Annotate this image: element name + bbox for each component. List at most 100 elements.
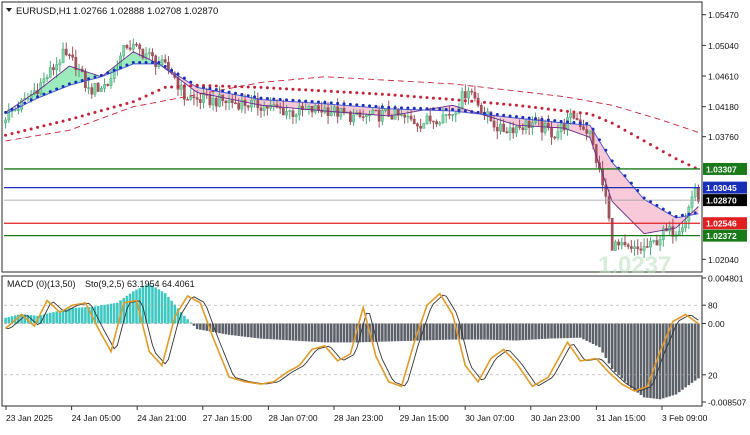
ma-blue-dot <box>227 90 231 94</box>
ma-blue-dot <box>336 101 340 105</box>
macd-bar <box>291 323 295 341</box>
ma-blue-dot <box>399 106 403 110</box>
candle-body <box>645 246 649 248</box>
candle-body <box>626 244 630 247</box>
candle-body <box>167 61 170 70</box>
macd-bar <box>109 303 113 324</box>
macd-bar <box>278 323 282 340</box>
ma-red-dot <box>591 113 595 117</box>
macd-bar <box>183 315 186 324</box>
candle-body <box>684 220 688 229</box>
time-tick-label: 30 Jan 07:00 <box>465 413 514 423</box>
candle-body <box>432 120 435 123</box>
macd-bar <box>598 323 601 348</box>
macd-bar <box>451 323 454 340</box>
macd-bar <box>677 323 681 393</box>
candle-body <box>227 100 231 104</box>
macd-bar <box>128 293 132 324</box>
ma-blue-dot <box>131 60 135 64</box>
ma-red-dot <box>489 101 493 105</box>
macd-bar <box>601 323 604 353</box>
candle-body <box>317 105 320 111</box>
ma-red-dot <box>502 102 506 106</box>
macd-bar <box>272 323 276 340</box>
ma-red-dot <box>297 88 301 92</box>
macd-bar <box>282 323 285 340</box>
ma-blue-dot <box>189 80 193 84</box>
candle-body <box>288 110 292 112</box>
candle-body <box>128 47 132 50</box>
candle-body <box>285 111 288 116</box>
candle-body <box>272 104 276 106</box>
candle-body <box>652 240 656 242</box>
ma-red-dot <box>642 139 646 143</box>
macd-bar <box>550 323 553 339</box>
candle-body <box>448 114 451 116</box>
macd-bar <box>604 323 608 359</box>
macd-bar <box>409 323 413 341</box>
macd-bar <box>74 307 78 324</box>
ma-red-dot <box>546 107 550 111</box>
macd-bar <box>518 323 521 341</box>
ma-blue-dot <box>48 90 52 94</box>
ma-blue-dot <box>508 114 512 118</box>
ma-blue-dot <box>476 110 480 114</box>
macd-bar <box>253 323 256 338</box>
candle-body <box>677 231 681 236</box>
ma-blue-dot <box>259 96 263 100</box>
ma-blue-dot <box>61 84 65 88</box>
candle-body <box>428 115 432 122</box>
macd-bar <box>336 323 339 343</box>
ma-red-dot <box>182 84 186 88</box>
ma-blue-dot <box>23 101 27 105</box>
macd-bar <box>307 323 311 342</box>
ma-red-dot <box>99 109 103 113</box>
macd-bar <box>243 323 247 337</box>
macd-bar <box>527 323 531 340</box>
macd-label: MACD (0)(13,50) <box>7 279 76 289</box>
candle-body <box>198 99 202 103</box>
candle-body <box>569 113 573 118</box>
macd-bar <box>639 323 643 395</box>
ma-blue-dot <box>419 106 423 110</box>
macd-bar <box>511 323 515 341</box>
macd-bar <box>607 323 611 364</box>
macd-bar <box>288 323 292 341</box>
ma-red-dot <box>259 85 263 89</box>
macd-bar <box>566 323 569 339</box>
ma-blue-dot <box>572 120 576 124</box>
candle-body <box>607 196 611 219</box>
macd-bar <box>167 296 170 324</box>
candle-body <box>425 115 429 124</box>
ma-blue-dot <box>342 102 346 106</box>
time-tick-label: 29 Jan 15:00 <box>400 413 449 423</box>
indicator-tick-label: -0.008507 <box>708 398 747 408</box>
ma-blue-dot <box>138 60 142 64</box>
macd-bar <box>192 323 196 326</box>
macd-bar <box>387 323 390 342</box>
ma-blue-dot <box>451 108 455 112</box>
macd-bar <box>502 323 505 341</box>
ohlc-values: 1.02766 1.02888 1.02708 1.02870 <box>73 6 218 17</box>
macd-bar <box>594 323 598 346</box>
ma-blue-dot <box>546 118 550 122</box>
macd-bar <box>633 323 636 391</box>
ma-red-dot <box>438 97 442 101</box>
ma-red-dot <box>112 105 116 109</box>
ma-red-dot <box>87 112 91 116</box>
macd-bar <box>569 323 572 338</box>
ma-red-dot <box>661 150 665 154</box>
ma-red-dot <box>195 83 199 87</box>
ma-red-dot <box>265 86 269 90</box>
macd-bar <box>339 323 343 343</box>
time-tick-label: 23 Jan 2025 <box>6 413 53 423</box>
macd-bar <box>116 302 119 324</box>
macd-bar <box>626 323 630 385</box>
ma-red-dot <box>55 121 59 125</box>
indicator-tick-label: 80 <box>708 301 718 311</box>
candle-body <box>211 97 215 106</box>
candle-body <box>690 196 694 208</box>
macd-bar <box>470 323 474 340</box>
macd-bar <box>499 323 502 341</box>
macd-bar <box>52 312 55 324</box>
